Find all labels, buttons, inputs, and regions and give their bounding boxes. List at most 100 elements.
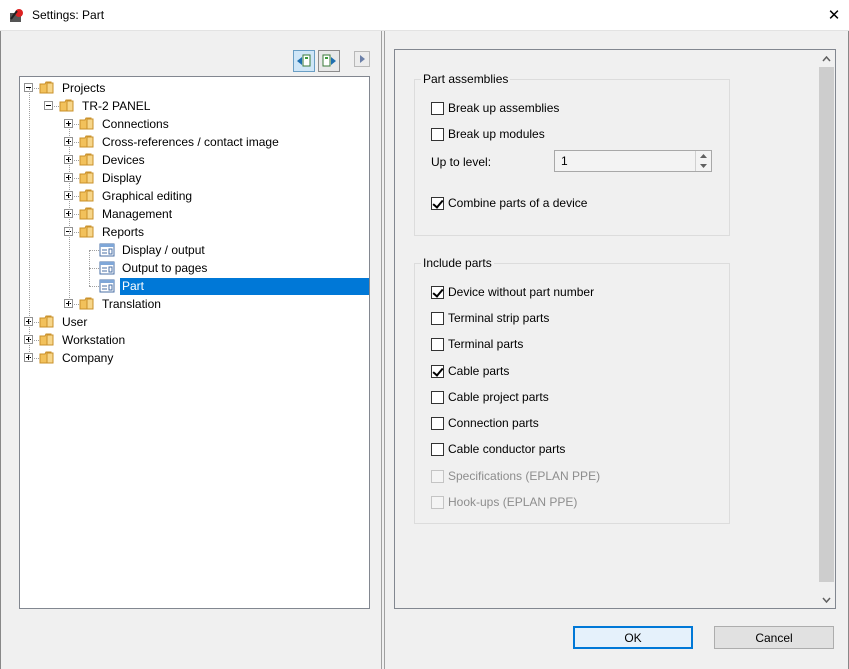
folder-icon: [79, 153, 94, 166]
settings-tree[interactable]: Projects TR-2 PANEL Connections Cross-refer…: [19, 76, 370, 609]
include-part-checkbox[interactable]: Terminal strip parts: [431, 310, 549, 326]
scroll-down-button[interactable]: [818, 591, 835, 608]
include-part-checkbox[interactable]: Connection parts: [431, 415, 539, 431]
include-part-label: Terminal strip parts: [448, 311, 550, 325]
include-part-label: Hook-ups (EPLAN PPE): [448, 495, 578, 509]
include-part-checkbox[interactable]: Cable conductor parts: [431, 441, 565, 457]
page-icon: [99, 261, 115, 275]
sync-left-icon: [297, 54, 311, 67]
folder-icon: [39, 315, 54, 328]
group-title-include-parts: Include parts: [421, 256, 494, 270]
include-part-checkbox: Specifications (EPLAN PPE): [431, 468, 600, 484]
include-part-label: Specifications (EPLAN PPE): [448, 469, 601, 483]
break-up-assemblies-label: Break up assemblies: [448, 101, 560, 115]
scroll-up-button[interactable]: [818, 50, 835, 67]
folder-icon: [39, 81, 54, 94]
panel-toggle-button[interactable]: [354, 51, 370, 67]
chevron-up-icon: [822, 55, 831, 61]
scroll-thumb[interactable]: [819, 67, 834, 582]
combine-parts-label: Combine parts of a device: [448, 196, 588, 210]
checkbox-box[interactable]: [431, 101, 444, 115]
tree-expand-button[interactable]: [318, 50, 340, 72]
tree-node-label[interactable]: Display: [100, 170, 143, 187]
up-to-level-label: Up to level:: [431, 155, 492, 169]
tree-connector: [89, 286, 99, 287]
checkbox-box[interactable]: [431, 442, 444, 456]
tree-node-label[interactable]: Company: [60, 350, 115, 367]
break-up-assemblies-checkbox[interactable]: Break up assemblies: [431, 100, 559, 116]
checkbox-box[interactable]: [431, 196, 444, 210]
checkbox-box[interactable]: [431, 416, 444, 430]
include-part-checkbox[interactable]: Device without part number: [431, 284, 594, 300]
settings-panel: Part assemblies Break up assemblies Brea…: [394, 49, 836, 609]
splitter[interactable]: [381, 31, 385, 669]
checkbox-box[interactable]: [431, 127, 444, 141]
tree-node-label[interactable]: TR-2 PANEL: [80, 98, 152, 115]
app-icon: [10, 9, 23, 22]
checkbox-box[interactable]: [431, 285, 444, 299]
folder-icon: [39, 333, 54, 346]
tree-node-label[interactable]: Graphical editing: [100, 188, 194, 205]
folder-icon: [79, 225, 94, 238]
tree-sync-button[interactable]: [293, 50, 315, 72]
tree-node-label[interactable]: Devices: [100, 152, 147, 169]
folder-icon: [79, 207, 94, 220]
break-up-modules-checkbox[interactable]: Break up modules: [431, 126, 545, 142]
spin-down-button[interactable]: [696, 161, 711, 171]
cancel-button[interactable]: Cancel: [714, 626, 834, 649]
tree-node-label[interactable]: Management: [100, 206, 174, 223]
tree-node-label[interactable]: Translation: [100, 296, 163, 313]
page-icon: [99, 243, 115, 257]
sync-right-icon: [322, 54, 336, 67]
triangle-right-icon: [360, 55, 365, 63]
tree-connector: [89, 250, 99, 251]
close-icon: ✕: [827, 7, 841, 24]
tree-connector: [89, 250, 90, 286]
tree-node-label[interactable]: Reports: [100, 224, 146, 241]
ok-button[interactable]: OK: [573, 626, 693, 649]
folder-icon: [79, 135, 94, 148]
collapse-icon[interactable]: [44, 101, 53, 110]
tree-node-label[interactable]: Projects: [60, 80, 107, 97]
page-icon: [99, 279, 115, 293]
tree-node-label[interactable]: Workstation: [60, 332, 127, 349]
checkbox-box: [431, 469, 444, 483]
checkbox-box[interactable]: [431, 390, 444, 404]
close-button[interactable]: ✕: [819, 0, 849, 30]
tree-node-label[interactable]: Connections: [100, 116, 171, 133]
chevron-down-icon: [822, 597, 831, 603]
up-to-level-value[interactable]: 1: [561, 154, 568, 168]
tree-node-label[interactable]: Output to pages: [120, 260, 209, 277]
folder-icon: [79, 297, 94, 310]
tree-connector: [89, 268, 99, 269]
tree-node-label[interactable]: Part: [120, 278, 369, 295]
folder-icon: [59, 99, 74, 112]
tree-node-label[interactable]: Cross-references / contact image: [100, 134, 281, 151]
checkbox-box[interactable]: [431, 337, 444, 351]
vertical-scrollbar[interactable]: [818, 50, 835, 608]
include-part-label: Device without part number: [448, 285, 595, 299]
tree-node-label[interactable]: User: [60, 314, 89, 331]
tree-connector: [69, 124, 70, 304]
tree-connector: [29, 88, 30, 358]
checkbox-box: [431, 495, 444, 509]
spinner-buttons: [695, 151, 711, 171]
include-part-checkbox: Hook-ups (EPLAN PPE): [431, 494, 577, 510]
break-up-modules-label: Break up modules: [448, 127, 545, 141]
include-part-checkbox[interactable]: Terminal parts: [431, 336, 523, 352]
include-part-label: Cable conductor parts: [448, 442, 566, 456]
caret-up-icon: [700, 154, 707, 158]
folder-icon: [79, 171, 94, 184]
window-border-left: [0, 31, 1, 669]
combine-parts-checkbox[interactable]: Combine parts of a device: [431, 195, 587, 211]
include-part-checkbox[interactable]: Cable project parts: [431, 389, 549, 405]
checkbox-box[interactable]: [431, 311, 444, 325]
tree-node-label[interactable]: Display / output: [120, 242, 207, 259]
spin-up-button[interactable]: [696, 151, 711, 161]
group-title-part-assemblies: Part assemblies: [421, 72, 511, 86]
up-to-level-spinner[interactable]: 1: [554, 150, 712, 172]
include-part-label: Connection parts: [448, 416, 539, 430]
checkbox-box[interactable]: [431, 364, 444, 378]
folder-icon: [79, 117, 94, 130]
include-part-checkbox[interactable]: Cable parts: [431, 363, 509, 379]
